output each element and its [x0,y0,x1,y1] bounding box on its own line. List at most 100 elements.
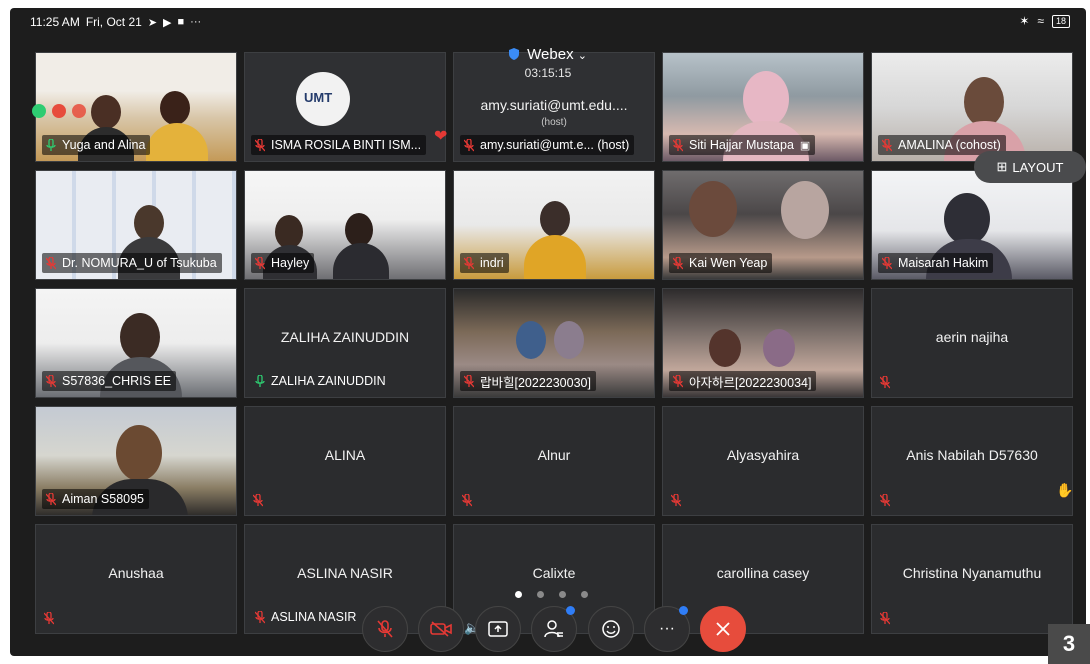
participant-tile[interactable]: S57836_CHRIS EE [35,288,237,398]
participant-display-name: Alyasyahira [726,447,800,463]
participant-video [554,321,584,359]
reactions-button[interactable] [588,606,634,652]
mic-muted-icon [673,138,683,152]
video-button[interactable] [418,606,464,652]
shield-icon [509,48,519,60]
participant-label: indri [460,253,509,273]
participant-display-name: amy.suriati@umt.edu.... [480,97,628,113]
share-screen-icon [488,621,508,637]
participant-display-name: Anushaa [108,565,164,581]
participant-label: S57836_CHRIS EE [42,371,177,391]
participant-name: Hayley [271,256,310,270]
participant-tile[interactable]: Dr. NOMURA_U of Tsukuba [35,170,237,280]
participant-tile[interactable]: Anis Nabilah D57630 [871,406,1073,516]
participant-tile[interactable]: ASLINA NASIR ASLINA NASIR [244,524,446,634]
host-tag: (host) [541,117,567,128]
participant-display-name: Alnur [537,447,571,463]
grid-icon: ⊞ [996,159,1008,174]
participant-label: Yuga and Alina [42,135,151,155]
layout-button[interactable]: ⊞ LAYOUT [974,151,1086,183]
status-date: Fri, Oct 21 [85,15,142,29]
participant-video [116,425,162,481]
participant-label: ASLINA NASIR [251,607,361,627]
mic-muted-icon [44,612,54,625]
participant-video [146,123,208,161]
participant-tile[interactable]: Anushaa [35,524,237,634]
tile-status-icons [32,104,86,118]
participant-label: ISMA ROSILA BINTI ISM... [251,135,427,155]
participant-tile[interactable]: 아자하르[2022230034] [662,288,864,398]
participants-button[interactable] [531,606,577,652]
heart-reaction-icon: ❤ [434,128,448,145]
participant-tile[interactable]: Alnur [453,406,655,516]
mic-muted-icon [253,494,263,507]
page-indicator[interactable] [515,591,588,598]
participant-name: S57836_CHRIS EE [62,374,172,388]
page-dot[interactable] [515,591,522,598]
mic-muted-icon [464,374,474,388]
status-bar: 11:25 AM Fri, Oct 21 ➤ ▶ ■ ··· ✶ ≈ 18 [10,8,1086,34]
mic-muted-icon [255,256,265,270]
wifi-icon: ≈ [1037,14,1044,28]
meeting-header[interactable]: Webex ⌄ 03:15:15 [10,46,1086,80]
status-more: ··· [190,16,202,28]
participant-name: indri [480,256,504,270]
participant-video [763,329,795,367]
participant-tile[interactable]: ZALIHA ZAINUDDIN ZALIHA ZAINUDDIN [244,288,446,398]
mic-muted-icon [882,138,892,152]
mic-muted-icon [464,138,474,152]
mic-muted-icon [46,492,56,506]
raised-hand-icon: ✋ [1056,482,1074,498]
chevron-down-icon[interactable]: ⌄ [578,50,587,62]
participant-display-name: aerin najiha [935,329,1009,345]
mute-button[interactable] [362,606,408,652]
participant-name: Aiman S58095 [62,492,145,506]
participant-tile[interactable]: Kai Wen Yeap [662,170,864,280]
participant-tile[interactable]: Aiman S58095 [35,406,237,516]
participant-tile[interactable]: Christina Nyanamuthu [871,524,1073,634]
umt-logo: UMT [296,72,350,126]
page-dot[interactable] [581,591,588,598]
participant-tile[interactable]: Alyasyahira [662,406,864,516]
mic-muted-icon [464,256,474,270]
video-off-icon [430,621,452,637]
participant-video [160,91,190,125]
page-dot[interactable] [559,591,566,598]
bluetooth-icon: ✶ [1019,14,1030,28]
battery-level: 18 [1055,15,1066,26]
mic-on-icon [255,374,265,388]
participant-display-name: carollina casey [716,565,810,581]
share-button[interactable] [475,606,521,652]
mic-muted-icon [46,374,56,388]
telegram-icon: ➤ [147,16,158,29]
participant-name: Dr. NOMURA_U of Tsukuba [62,256,217,270]
participant-tile[interactable]: Maisarah Hakim [871,170,1073,280]
participant-tile[interactable]: aerin najiha [871,288,1073,398]
mic-muted-icon [673,256,683,270]
layout-button-label: LAYOUT [1012,159,1064,175]
mic-muted-icon [880,612,890,625]
participant-video [540,201,570,237]
participant-video [333,243,389,279]
mic-on-icon [46,138,56,152]
participant-display-name: ZALIHA ZAINUDDIN [280,329,410,345]
mic-muted-icon [46,256,56,270]
leave-meeting-button[interactable] [700,606,746,652]
participant-label: Dr. NOMURA_U of Tsukuba [42,253,222,273]
participant-label: Siti Hajjar Mustapa ▣ [669,135,816,155]
meeting-screen: 11:25 AM Fri, Oct 21 ➤ ▶ ■ ··· ✶ ≈ 18 We… [10,8,1086,656]
participant-name: ZALIHA ZAINUDDIN [271,374,386,388]
participant-name: ASLINA NASIR [271,610,357,624]
notification-icon: ■ [177,16,185,28]
participant-label: Aiman S58095 [42,489,150,509]
participant-tile[interactable]: ALINA [244,406,446,516]
participant-tile[interactable]: Hayley [244,170,446,280]
participant-tile[interactable]: 랍바힐[2022230030] [453,288,655,398]
mic-muted-icon [377,620,393,638]
page-dot[interactable] [537,591,544,598]
status-time: 11:25 AM [30,15,80,29]
more-button[interactable]: ··· [644,606,690,652]
participant-tile[interactable]: carollina casey [662,524,864,634]
participant-tile[interactable]: indri [453,170,655,280]
participant-label: amy.suriati@umt.e... (host) [460,135,635,155]
